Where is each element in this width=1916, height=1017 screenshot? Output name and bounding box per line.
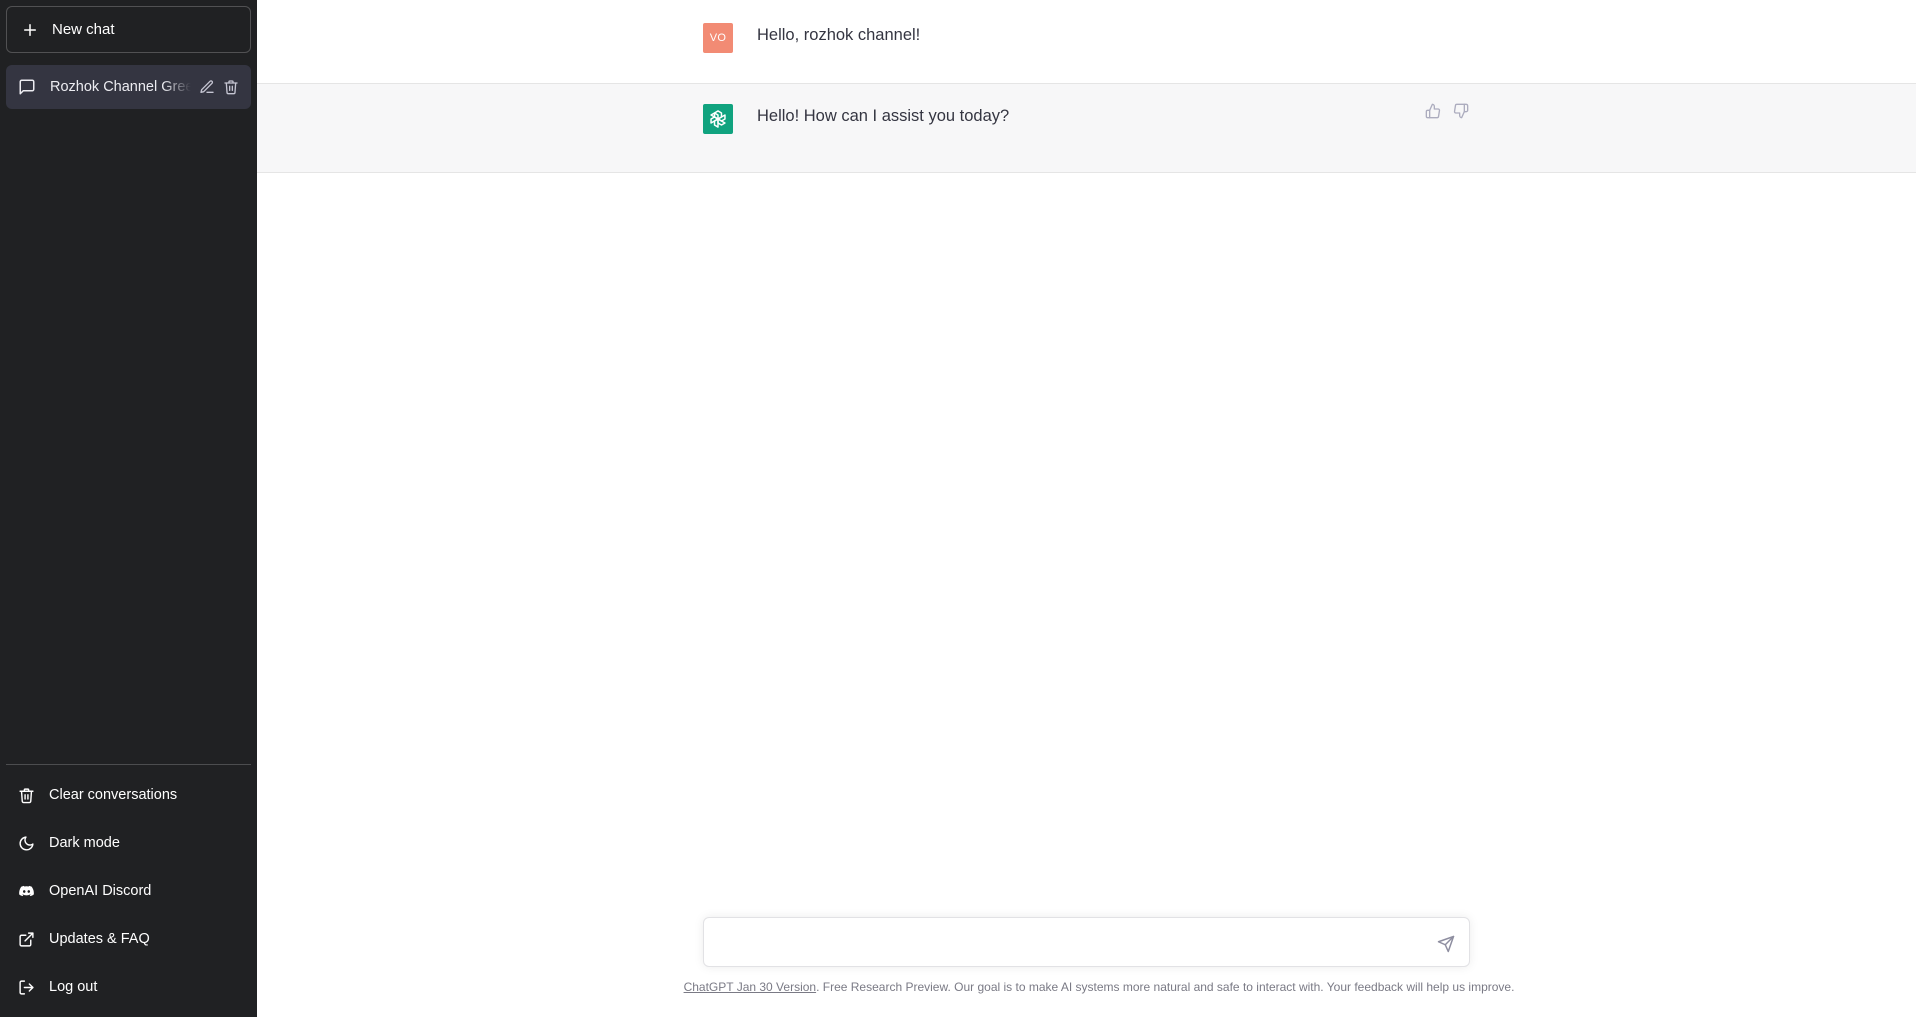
assistant-message-row: Hello! How can I assist you today? [257, 84, 1916, 173]
thumbs-up-icon[interactable] [1425, 103, 1441, 119]
new-chat-label: New chat [52, 21, 115, 38]
trash-icon [19, 787, 34, 803]
updates-faq-link[interactable]: Updates & FAQ [6, 915, 251, 963]
version-link[interactable]: ChatGPT Jan 30 Version [684, 980, 817, 994]
logout-icon [19, 979, 34, 995]
user-avatar: VO [703, 23, 733, 53]
openai-logo-icon [703, 104, 733, 134]
menu-item-label: Log out [49, 979, 98, 995]
message-composer [703, 917, 1470, 967]
menu-item-label: Clear conversations [49, 787, 178, 803]
new-chat-button[interactable]: New chat [6, 6, 251, 53]
user-message-row: VO Hello, rozhok channel! [257, 0, 1916, 84]
chat-bubble-icon [19, 79, 35, 95]
openai-discord-link[interactable]: OpenAI Discord [6, 867, 251, 915]
edit-icon[interactable] [199, 79, 215, 95]
assistant-message-text: Hello! How can I assist you today? [757, 107, 1010, 125]
moon-icon [19, 835, 34, 850]
log-out-button[interactable]: Log out [6, 963, 251, 1011]
footer-note-text: . Free Research Preview. Our goal is to … [816, 980, 1515, 994]
discord-icon [19, 885, 34, 896]
sidebar-menu: Clear conversations Dark mode OpenAI Dis… [6, 764, 251, 1011]
menu-item-label: Updates & FAQ [49, 931, 150, 947]
thumbs-down-icon[interactable] [1453, 103, 1469, 119]
conversation-list: Rozhok Channel Greeting [6, 65, 251, 764]
plus-icon [24, 23, 36, 36]
menu-item-label: OpenAI Discord [49, 883, 152, 899]
message-input[interactable] [718, 932, 1408, 956]
menu-item-label: Dark mode [49, 835, 120, 851]
conversation-title: Rozhok Channel Greeting [50, 79, 191, 95]
delete-icon[interactable] [223, 79, 239, 95]
clear-conversations-button[interactable]: Clear conversations [6, 771, 251, 819]
dark-mode-button[interactable]: Dark mode [6, 819, 251, 867]
feedback-buttons [1425, 103, 1469, 119]
user-message-text: Hello, rozhok channel! [757, 26, 921, 44]
send-icon[interactable] [1437, 935, 1455, 953]
conversation-item[interactable]: Rozhok Channel Greeting [6, 65, 251, 109]
sidebar: New chat Rozhok Channel Greeting Clear c… [0, 0, 257, 1017]
chat-main: VO Hello, rozhok channel! Hello! How can… [257, 0, 1916, 1017]
footer-disclaimer: ChatGPT Jan 30 Version. Free Research Pr… [257, 980, 1916, 994]
external-link-icon [19, 931, 34, 947]
